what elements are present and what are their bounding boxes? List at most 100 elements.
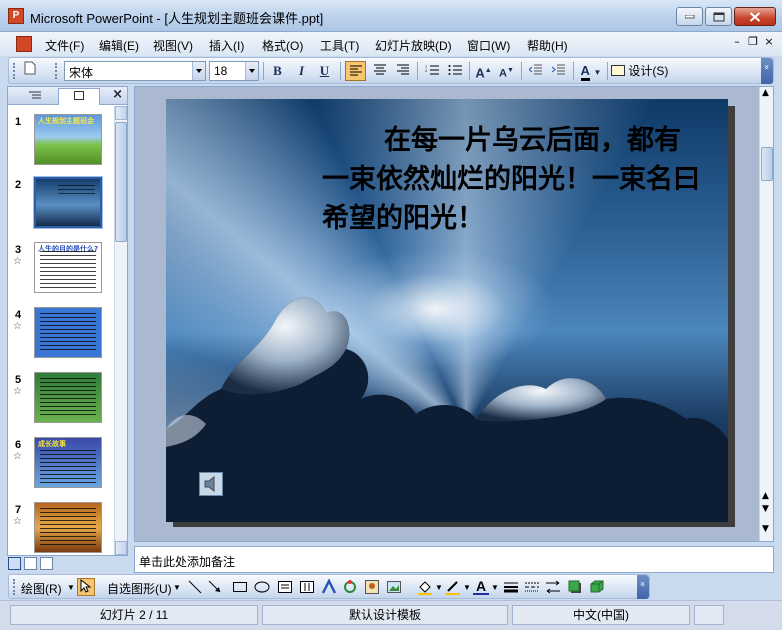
previous-slide-icon[interactable]: ▲ [762,492,769,501]
dash-style-icon[interactable] [524,579,540,595]
clipart-icon[interactable] [364,579,380,595]
bullets-button[interactable] [444,61,465,81]
font-name-combo[interactable]: 宋体 [64,61,206,81]
scrollbar-thumb[interactable] [115,122,127,242]
chevron-down-icon[interactable] [245,62,258,80]
toolbar-grip[interactable] [13,63,16,79]
decrease-font-button[interactable]: A▼ [496,61,517,81]
rectangle-tool-icon[interactable] [232,579,248,595]
scrollbar-thumb[interactable] [761,147,773,181]
italic-button[interactable]: I [291,61,312,81]
menu-edit[interactable]: 编辑(E) [99,37,139,54]
normal-view-icon[interactable] [8,557,21,570]
font-color-button[interactable]: A ▼ [576,61,606,81]
list-item[interactable]: 5 ☆ [8,372,114,434]
insert-picture-icon[interactable] [386,579,402,595]
pane-close-icon[interactable]: × [112,87,123,102]
thumbnail-scrollbar[interactable] [114,106,127,555]
diagram-tool-icon[interactable] [342,579,358,595]
chevron-down-icon[interactable]: ▼ [67,583,75,592]
chevron-down-icon[interactable]: ▼ [463,583,471,592]
3d-style-icon[interactable] [589,579,605,595]
tab-slides[interactable] [58,88,100,105]
toolbar-options-chevron-icon[interactable] [637,575,649,599]
autoshapes-menu-button[interactable]: 自选图形(U) [107,580,172,597]
slide-body-text[interactable]: 在每一片乌云后面，都有一束依然灿烂的阳光！一束名曰希望的阳光！ [322,121,704,238]
slide-thumbnail[interactable] [34,502,102,553]
doc-close-icon[interactable]: × [762,36,776,50]
minimize-button[interactable] [676,7,703,26]
numbering-button[interactable]: 12 [421,61,442,81]
slide-thumbnail[interactable]: 人生的目的是什么? [34,242,102,293]
font-color-icon[interactable]: A [473,579,489,595]
document-icon[interactable] [16,36,32,52]
notes-pane[interactable]: 单击此处添加备注 [134,546,774,573]
new-document-icon[interactable] [19,61,40,81]
align-center-button[interactable] [369,61,390,81]
sound-icon[interactable] [199,472,223,496]
toolbar-grip[interactable] [55,63,58,79]
chevron-down-icon[interactable] [192,62,205,80]
toolbar-grip[interactable] [13,579,16,595]
draw-menu-button[interactable]: 绘图(R) [21,580,62,597]
list-item[interactable]: 6 ☆ 成长故事 [8,437,114,499]
current-slide[interactable]: 在每一片乌云后面，都有一束依然灿烂的阳光！一束名曰希望的阳光！ [166,99,728,522]
increase-indent-button[interactable] [548,61,569,81]
menu-slideshow[interactable]: 幻灯片放映(D) [375,37,452,54]
menu-file[interactable]: 文件(F) [45,37,84,54]
chevron-down-icon[interactable]: ▼ [173,583,181,592]
doc-restore-icon[interactable]: ❐ [746,36,760,50]
slide-scrollbar[interactable]: ▲ ▲ ▼ ▼ [759,87,773,541]
chevron-down-icon[interactable]: ▼ [435,583,443,592]
vertical-textbox-tool-icon[interactable] [299,579,315,595]
line-tool-icon[interactable] [187,579,203,595]
next-slide-icon[interactable]: ▼ [762,505,769,514]
slideshow-view-icon[interactable] [40,557,53,570]
list-item[interactable]: 7 ☆ [8,502,114,555]
menu-view[interactable]: 视图(V) [153,37,193,54]
arrow-tool-icon[interactable] [207,579,223,595]
close-button[interactable] [734,7,776,26]
doc-minimize-icon[interactable]: – [730,36,744,50]
font-size-combo[interactable]: 18 [209,61,259,81]
menu-window[interactable]: 窗口(W) [467,37,510,54]
slide-thumbnail[interactable]: 成长故事 [34,437,102,488]
slide-thumbnail-selected[interactable] [33,176,103,229]
scroll-up-arrow-icon[interactable]: ▲ [762,89,769,98]
list-item[interactable]: 4 ☆ [8,307,114,369]
menu-format[interactable]: 格式(O) [262,37,303,54]
slide-thumbnail[interactable] [34,372,102,423]
notes-placeholder[interactable]: 单击此处添加备注 [139,553,235,570]
oval-tool-icon[interactable] [254,579,270,595]
select-objects-button[interactable] [77,578,95,596]
line-color-icon[interactable] [445,579,461,595]
wordart-icon[interactable] [321,578,337,595]
slide-sorter-view-icon[interactable] [24,557,37,570]
bold-button[interactable]: B [267,61,288,81]
menu-tools[interactable]: 工具(T) [320,37,359,54]
powerpoint-app-icon[interactable]: P [8,8,24,24]
maximize-button[interactable] [705,7,732,26]
underline-button[interactable]: U [314,61,335,81]
list-item[interactable]: 1 人生规划主题班会 [8,114,114,176]
design-button[interactable]: 设计(S) [611,62,668,80]
align-right-button[interactable] [392,61,413,81]
line-style-icon[interactable] [503,579,519,595]
textbox-tool-icon[interactable] [277,579,293,595]
align-left-button[interactable] [345,61,366,81]
decrease-indent-button[interactable] [525,61,546,81]
tab-outline[interactable] [14,88,56,105]
slide-thumbnail[interactable] [34,307,102,358]
scroll-up-arrow-icon[interactable] [115,106,127,120]
scroll-down-arrow-icon[interactable]: ▼ [762,525,769,534]
slide-thumbnail[interactable]: 人生规划主题班会 [34,114,102,165]
menu-help[interactable]: 帮助(H) [527,37,568,54]
increase-font-button[interactable]: A▲ [473,61,494,81]
menu-insert[interactable]: 插入(I) [209,37,244,54]
toolbar-options-chevron-icon[interactable] [761,58,773,84]
fill-color-icon[interactable] [417,579,433,595]
list-item[interactable]: 2 [8,176,114,239]
scroll-down-arrow-icon[interactable] [115,541,127,555]
chevron-down-icon[interactable]: ▼ [491,583,499,592]
list-item[interactable]: 3 ☆ 人生的目的是什么? [8,242,114,304]
